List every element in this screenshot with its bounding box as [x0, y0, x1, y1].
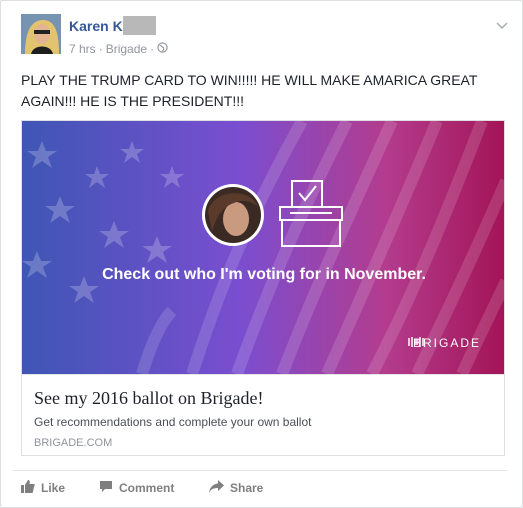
link-description: Get recommendations and complete your ow… — [34, 415, 312, 429]
post-time[interactable]: 7 hrs — [69, 42, 96, 56]
meta-separator: · — [150, 42, 155, 56]
link-info[interactable]: See my 2016 ballot on Brigade! Get recom… — [22, 374, 504, 455]
meta-separator: · — [98, 42, 103, 56]
link-share-card[interactable]: Check out who I'm voting for in November… — [21, 120, 505, 456]
author-name[interactable]: Karen K — [69, 18, 123, 34]
chevron-down-icon[interactable] — [496, 17, 508, 35]
globe-icon[interactable] — [157, 42, 168, 56]
share-label: Share — [230, 481, 264, 495]
feed-post: Karen K 7 hrs · Brigade · PLAY THE TRUMP… — [0, 0, 523, 508]
post-app[interactable]: Brigade — [106, 42, 147, 56]
brigade-brand: BRIGADE — [407, 336, 481, 350]
post-actions: Like Comment Share — [13, 470, 507, 503]
comment-button[interactable]: Comment — [99, 480, 174, 496]
post-text: PLAY THE TRUMP CARD TO WIN!!!!! HE WILL … — [21, 72, 478, 109]
like-icon — [21, 480, 35, 496]
hero-caption: Check out who I'm voting for in November… — [102, 266, 426, 283]
post-meta: 7 hrs · Brigade · — [69, 42, 168, 56]
link-domain: BRIGADE.COM — [34, 437, 113, 449]
like-label: Like — [41, 481, 66, 495]
avatar[interactable] — [21, 14, 61, 54]
share-icon — [209, 480, 224, 496]
comment-icon — [99, 480, 113, 496]
comment-label: Comment — [119, 481, 175, 495]
share-button[interactable]: Share — [209, 480, 263, 496]
link-title[interactable]: See my 2016 ballot on Brigade! — [34, 388, 263, 409]
share-hero-image: Check out who I'm voting for in November… — [22, 121, 504, 374]
like-button[interactable]: Like — [21, 480, 65, 496]
redaction-block — [123, 16, 156, 35]
